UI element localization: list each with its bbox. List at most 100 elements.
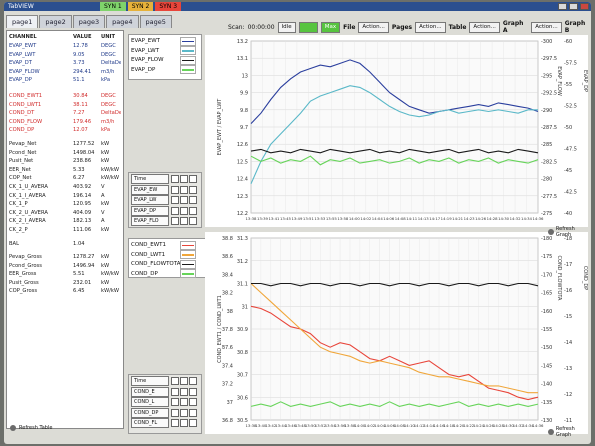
table-cell-value: 403.92: [73, 184, 92, 190]
plot-control-row: EVAP_DP: [131, 205, 197, 216]
scale-x-icon[interactable]: [180, 216, 188, 225]
zoom-icon[interactable]: [171, 398, 179, 407]
zoom-icon[interactable]: [171, 175, 179, 183]
plot-select-button[interactable]: EVAP_DP: [131, 205, 169, 216]
table-row: EVAP_FLOW 294.41 m3/h: [9, 68, 121, 76]
run-button[interactable]: [298, 21, 318, 33]
maximize-icon[interactable]: [569, 3, 578, 10]
tab-page2[interactable]: page2: [39, 15, 72, 28]
legend-swatch: [180, 65, 196, 74]
y-tick-label-right-b: -12: [564, 392, 572, 398]
x-tick-label: 14:21: [452, 216, 464, 221]
plot-tool-icons: [171, 388, 197, 396]
zoom-icon[interactable]: [171, 216, 179, 225]
table-cell-value: 294.41: [73, 68, 92, 75]
file-action-button[interactable]: Action...: [358, 21, 389, 33]
close-icon[interactable]: [580, 3, 589, 10]
plot-select-button[interactable]: EVAP_LW: [131, 195, 169, 206]
table-cell-name: EVAP_LWT: [9, 51, 36, 58]
table-header: CHANNEL VALUE UNIT: [9, 33, 121, 41]
table-cell-unit: kW: [101, 149, 110, 156]
pages-action-button[interactable]: Action...: [415, 21, 446, 33]
scale-x-icon[interactable]: [180, 186, 188, 194]
scale-x-icon[interactable]: [180, 196, 188, 205]
refresh-table-button[interactable]: Refresh Table: [10, 425, 52, 431]
scale-x-icon[interactable]: [180, 408, 188, 417]
scale-y-icon[interactable]: [189, 206, 197, 215]
scale-y-icon[interactable]: [189, 418, 197, 427]
minimize-icon[interactable]: [558, 3, 567, 10]
legend-label: COND_FLOWTOTA: [131, 261, 181, 267]
window-title: TabVIEW: [8, 3, 34, 10]
legend-item[interactable]: EVAP_DP: [131, 65, 196, 75]
table-cell-unit: DEGC: [101, 93, 116, 99]
legend-item[interactable]: COND_LWT1: [131, 250, 196, 260]
zoom-icon[interactable]: [171, 408, 179, 417]
legend-item[interactable]: EVAP_FLOW: [131, 55, 196, 65]
y-tick-label-right: -290: [541, 108, 552, 114]
plot-control-row: COND_FL: [131, 417, 197, 428]
plot-select-button[interactable]: Time: [131, 376, 169, 386]
scale-x-icon[interactable]: [180, 418, 188, 427]
table-cell-value: 1496.94: [73, 262, 95, 269]
idle-button[interactable]: Idle: [277, 21, 296, 33]
table-cell-unit: DeltaDeg: [101, 60, 121, 67]
scale-x-icon[interactable]: [180, 388, 188, 396]
refresh-graph-a-button[interactable]: Refresh Graph: [548, 226, 591, 238]
scale-x-icon[interactable]: [180, 175, 188, 183]
scale-y-icon[interactable]: [189, 216, 197, 225]
table-row: COND_LWT1 38.11 DEGC: [9, 101, 121, 109]
plot-tool-icons: [171, 377, 197, 385]
grapha-action-button[interactable]: Action...: [531, 21, 562, 33]
plot-select-button[interactable]: EVAP_FLO: [131, 215, 169, 226]
tab-page3[interactable]: page3: [72, 15, 106, 28]
scale-x-icon[interactable]: [180, 206, 188, 215]
scale-y-icon[interactable]: [189, 398, 197, 407]
scale-y-icon[interactable]: [189, 408, 197, 417]
zoom-icon[interactable]: [171, 196, 179, 205]
tab-page5[interactable]: page5: [139, 15, 172, 28]
scale-y-icon[interactable]: [189, 377, 197, 385]
table-action-button[interactable]: Action...: [469, 21, 500, 33]
plot-select-button[interactable]: EVAP_EW: [131, 185, 169, 195]
plot-select-button[interactable]: COND_DP: [131, 407, 169, 418]
table-cell-name: CK_1_U_AVERA: [9, 184, 48, 190]
table-row: COND_EWT1 30.84 DEGC: [9, 92, 121, 100]
plot-control-row: EVAP_EW: [131, 185, 197, 195]
y-tick-label-secondary: 38.2: [222, 291, 233, 297]
zoom-icon[interactable]: [171, 206, 179, 215]
plot-select-button[interactable]: COND_E: [131, 387, 169, 397]
legend-item[interactable]: EVAP_EWT: [131, 36, 196, 46]
table-cell-value: 1277.52: [73, 141, 95, 147]
legend-item[interactable]: COND_EWT1: [131, 240, 196, 250]
syn-tab-2[interactable]: SYN 2: [127, 2, 154, 11]
table-cell-value: 1498.04: [73, 149, 95, 156]
toolbar: Scan: 00:00:00 Idle Max File Action... P…: [228, 20, 590, 34]
y-tick-label-right-b: -42.5: [564, 190, 577, 196]
scale-y-icon[interactable]: [189, 175, 197, 183]
zoom-icon[interactable]: [171, 388, 179, 396]
table-row-bal: BAL 1.04: [9, 240, 121, 248]
table-cell-value: 12.78: [73, 43, 88, 49]
plot-select-button[interactable]: COND_L: [131, 397, 169, 408]
syn-tab-3[interactable]: SYN 3: [155, 2, 182, 11]
scale-x-icon[interactable]: [180, 398, 188, 407]
max-button[interactable]: Max: [320, 21, 341, 33]
scale-y-icon[interactable]: [189, 196, 197, 205]
syn-tab-1[interactable]: SYN 1: [100, 2, 126, 11]
zoom-icon[interactable]: [171, 418, 179, 427]
zoom-icon[interactable]: [171, 377, 179, 385]
plot-select-button[interactable]: Time: [131, 174, 169, 184]
scale-x-icon[interactable]: [180, 377, 188, 385]
tab-page4[interactable]: page4: [106, 15, 139, 28]
zoom-icon[interactable]: [171, 186, 179, 194]
refresh-graph-b-button[interactable]: Refresh Graph: [548, 426, 591, 438]
legend-item[interactable]: COND_FLOWTOTA: [131, 259, 196, 269]
legend-item[interactable]: COND_DP: [131, 269, 196, 279]
scale-y-icon[interactable]: [189, 186, 197, 194]
tab-page1[interactable]: page1: [6, 15, 39, 28]
table-cell-unit: V: [101, 184, 105, 190]
plot-select-button[interactable]: COND_FL: [131, 417, 169, 428]
legend-item[interactable]: EVAP_LWT: [131, 46, 196, 56]
scale-y-icon[interactable]: [189, 388, 197, 396]
